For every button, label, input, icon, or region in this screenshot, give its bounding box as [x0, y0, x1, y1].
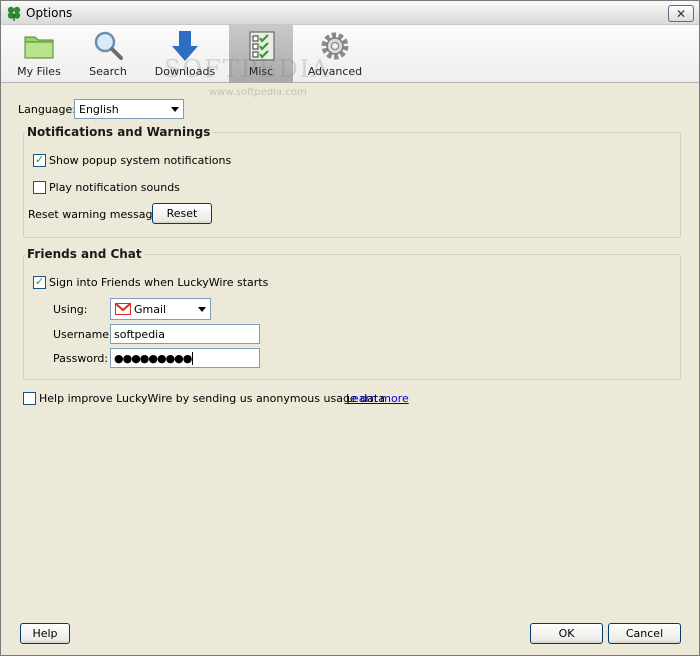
title-bar[interactable]: Options ✕	[1, 1, 699, 25]
friends-title: Friends and Chat	[25, 247, 144, 261]
usage-data-checkbox[interactable]	[23, 392, 36, 405]
username-label: Username:	[53, 328, 113, 341]
gmail-icon	[115, 303, 131, 315]
usage-data-label: Help improve LuckyWire by sending us ano…	[39, 392, 385, 405]
learn-more-link[interactable]: Learn more	[346, 392, 409, 405]
sign-in-checkbox[interactable]	[33, 275, 46, 289]
chevron-down-icon	[171, 107, 179, 112]
cancel-button[interactable]: Cancel	[608, 623, 681, 644]
show-popup-label: Show popup system notifications	[49, 154, 232, 167]
chevron-down-icon	[198, 307, 206, 312]
password-value: ●●●●●●●●●	[114, 352, 192, 365]
tab-misc[interactable]: Misc	[229, 25, 293, 83]
tab-label: My Files	[17, 65, 61, 78]
using-select[interactable]: Gmail	[110, 298, 211, 320]
ok-button[interactable]: OK	[530, 623, 603, 644]
tab-label: Downloads	[154, 65, 216, 78]
close-button[interactable]: ✕	[668, 5, 694, 22]
tab-search[interactable]: Search	[81, 25, 135, 83]
checklist-icon	[249, 31, 275, 61]
magnifier-icon	[94, 31, 123, 60]
language-value: English	[79, 103, 119, 116]
watermark-url: www.softpedia.com	[209, 87, 307, 98]
tab-label: Advanced	[307, 65, 363, 78]
close-icon: ✕	[675, 6, 687, 21]
tab-downloads[interactable]: Downloads	[153, 25, 217, 83]
show-popup-checkbox[interactable]	[33, 153, 46, 167]
folder-icon	[24, 36, 54, 59]
notifications-title: Notifications and Warnings	[25, 125, 213, 139]
username-input[interactable]: softpedia	[110, 324, 260, 344]
download-arrow-icon	[172, 31, 198, 61]
sign-in-label: Sign into Friends when LuckyWire starts	[49, 276, 269, 289]
options-window: Options ✕ My Files Search Downloads Misc…	[0, 0, 700, 656]
help-button[interactable]: Help	[20, 623, 70, 644]
window-title: Options	[26, 6, 73, 20]
play-sounds-checkbox[interactable]	[33, 181, 46, 194]
password-label: Password:	[53, 352, 109, 365]
reset-button[interactable]: Reset	[152, 203, 212, 224]
play-sounds-label: Play notification sounds	[49, 181, 180, 194]
gear-icon	[321, 32, 349, 60]
tab-label: Misc	[248, 65, 274, 78]
clover-icon	[7, 6, 21, 21]
password-input[interactable]: ●●●●●●●●●​	[110, 348, 260, 368]
language-select[interactable]: English	[74, 99, 184, 119]
using-value: Gmail	[134, 303, 167, 316]
reset-warnings-label: Reset warning messages	[28, 208, 165, 221]
tab-advanced[interactable]: Advanced	[303, 25, 367, 83]
language-label: Language:	[18, 103, 76, 116]
tab-label: Search	[89, 65, 127, 78]
toolbar: My Files Search Downloads Misc Advanced …	[1, 25, 699, 98]
text-cursor: ​	[192, 352, 194, 365]
tab-my-files[interactable]: My Files	[11, 25, 67, 83]
using-label: Using:	[53, 303, 88, 316]
